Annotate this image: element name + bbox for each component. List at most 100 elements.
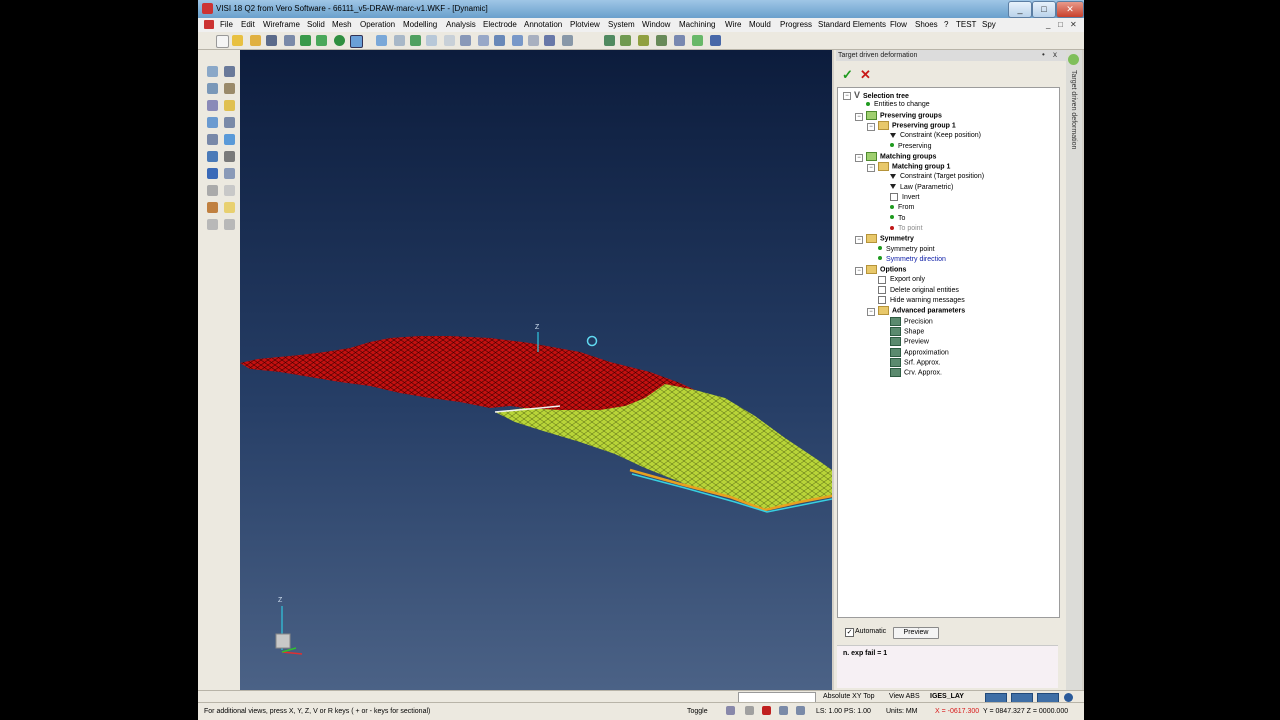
view-solid-icon[interactable] <box>410 35 421 46</box>
menu-mesh[interactable]: Mesh <box>332 20 352 29</box>
dimension-icon[interactable] <box>224 168 235 179</box>
tree-node[interactable]: Constraint (Keep position) <box>890 131 981 141</box>
menu-shoes[interactable]: Shoes <box>915 20 938 29</box>
cube-icon[interactable] <box>224 151 235 162</box>
menu-flow[interactable]: Flow <box>890 20 907 29</box>
palette-icon[interactable] <box>207 202 218 213</box>
menu-machining[interactable]: Machining <box>679 20 715 29</box>
import-icon[interactable] <box>300 35 311 46</box>
tree-node[interactable]: Preview <box>890 337 929 347</box>
view-iso-icon[interactable] <box>512 35 523 46</box>
menu-edit[interactable]: Edit <box>241 20 255 29</box>
menu-system[interactable]: System <box>608 20 635 29</box>
tool-b-icon[interactable] <box>620 35 631 46</box>
menu-wire[interactable]: Wire <box>725 20 741 29</box>
pick-icon[interactable] <box>207 100 218 111</box>
menu-analysis[interactable]: Analysis <box>446 20 476 29</box>
checkbox-icon[interactable] <box>890 193 898 202</box>
tree-node[interactable]: Constraint (Target position) <box>890 172 984 182</box>
help-icon[interactable] <box>207 168 218 179</box>
tool-g-icon[interactable] <box>710 35 721 46</box>
tree-expander[interactable]: − <box>855 153 863 162</box>
box-select-icon[interactable] <box>207 83 218 94</box>
tree-node[interactable]: Symmetry point <box>878 245 935 255</box>
menu-plotview[interactable]: Plotview <box>570 20 600 29</box>
panel-close-button[interactable]: x <box>1053 50 1057 59</box>
maximize-button[interactable]: □ <box>1032 1 1056 18</box>
menu-operation[interactable]: Operation <box>360 20 395 29</box>
tree-node[interactable]: Crv. Approx. <box>890 368 942 378</box>
tree-node[interactable]: Preserving groups <box>866 110 942 121</box>
layer-icon[interactable] <box>207 134 218 145</box>
tool-d-icon[interactable] <box>656 35 667 46</box>
tree-node[interactable]: Srf. Approx. <box>890 357 941 368</box>
tree-expander[interactable]: − <box>867 308 875 317</box>
tree-node[interactable]: V Selection tree <box>854 90 909 100</box>
rotate-icon[interactable] <box>207 151 218 162</box>
tree-node[interactable]: Delete original entities <box>878 285 959 296</box>
new-file-icon[interactable] <box>216 35 229 48</box>
tree-node[interactable]: Preserving <box>890 142 931 152</box>
side-tab-label[interactable]: Target driven deformation <box>1070 70 1077 149</box>
menu-test[interactable]: TEST <box>956 20 976 29</box>
tree-node[interactable]: Export only <box>878 275 925 285</box>
menu-annotation[interactable]: Annotation <box>524 20 562 29</box>
graphics-viewport[interactable]: Z Z <box>240 50 832 690</box>
select-icon[interactable] <box>207 66 218 77</box>
forward-arrow-icon[interactable] <box>224 219 235 230</box>
export-icon[interactable] <box>316 35 327 46</box>
tree-expander[interactable]: − <box>867 122 875 131</box>
tree-node[interactable]: Precision <box>890 316 933 327</box>
view-zoom-icon[interactable] <box>544 35 555 46</box>
mdi-minimize-button[interactable]: _ <box>1046 20 1050 29</box>
tree-node[interactable]: Matching groups <box>866 151 936 162</box>
tree-expander[interactable]: − <box>843 92 851 100</box>
visi-app-icon[interactable] <box>202 3 213 14</box>
document-icon[interactable] <box>204 20 214 29</box>
view-cube-icon[interactable] <box>394 35 405 46</box>
tool-a-icon[interactable] <box>604 35 615 46</box>
menu-modelling[interactable]: Modelling <box>403 20 437 29</box>
menu-standard-elements[interactable]: Standard Elements <box>818 20 886 29</box>
view-mode[interactable]: Absolute XY Top <box>823 693 875 700</box>
tree-node[interactable]: Symmetry direction <box>878 255 946 265</box>
tool-f-icon[interactable] <box>692 35 703 46</box>
deformation-tab-icon[interactable] <box>1068 54 1079 65</box>
ortho-icon[interactable] <box>779 706 788 715</box>
menu-electrode[interactable]: Electrode <box>483 20 517 29</box>
menu-progress[interactable]: Progress <box>780 20 812 29</box>
plane-icon[interactable] <box>224 134 235 145</box>
folder-icon[interactable] <box>224 100 235 111</box>
view-wire-icon[interactable] <box>426 35 437 46</box>
snap-icon[interactable] <box>726 706 735 715</box>
rotate-view-icon[interactable] <box>376 35 387 46</box>
checkbox-icon[interactable] <box>878 296 886 305</box>
tree-node[interactable]: To <box>890 214 905 224</box>
cursor-icon[interactable] <box>224 117 235 128</box>
view-top-icon[interactable] <box>478 35 489 46</box>
menu-spy[interactable]: Spy <box>982 20 996 29</box>
minimize-button[interactable]: _ <box>1008 1 1032 18</box>
back-arrow-icon[interactable] <box>207 219 218 230</box>
tree-node[interactable]: Advanced parameters <box>878 306 965 316</box>
menu-mould[interactable]: Mould <box>749 20 771 29</box>
tool-c-icon[interactable] <box>638 35 649 46</box>
menu-window[interactable]: Window <box>642 20 670 29</box>
undo-icon[interactable] <box>224 185 235 196</box>
save-icon[interactable] <box>266 35 277 46</box>
globe-icon[interactable] <box>1064 693 1073 702</box>
menu-help[interactable]: ? <box>944 20 948 29</box>
tree-node[interactable]: Preserving group 1 <box>878 120 956 131</box>
tree-expander[interactable]: − <box>855 236 863 245</box>
refresh-icon[interactable] <box>334 35 345 46</box>
ok-check-icon[interactable]: ✓ <box>842 68 853 81</box>
deselect-icon[interactable] <box>224 66 235 77</box>
properties-icon[interactable] <box>224 202 235 213</box>
tree-node[interactable]: Symmetry <box>866 234 914 244</box>
tree-node[interactable]: Approximation <box>890 347 949 358</box>
tree-node[interactable]: Matching group 1 <box>878 162 950 172</box>
title-bar[interactable]: VISI 18 Q2 from Vero Software - 66111_v5… <box>198 0 1084 18</box>
cancel-x-icon[interactable]: ✕ <box>860 68 871 81</box>
view-front-icon[interactable] <box>460 35 471 46</box>
tree-node[interactable]: From <box>890 203 914 213</box>
